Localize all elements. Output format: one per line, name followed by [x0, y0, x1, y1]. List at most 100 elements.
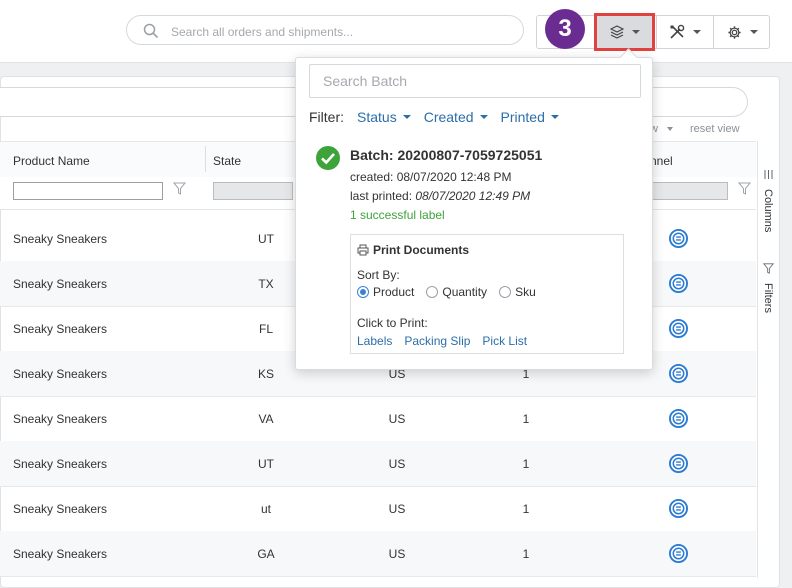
print-packing-slip-link[interactable]: Packing Slip [404, 334, 470, 348]
chevron-down-icon [667, 127, 674, 132]
global-search[interactable] [126, 15, 524, 45]
chevron-down-icon [479, 115, 488, 119]
quantity-cell: 1 [522, 457, 530, 471]
channel-logo-icon [669, 274, 688, 293]
state-cell: UT [258, 457, 274, 471]
channel-logo-icon [669, 364, 688, 383]
channel-logo-icon [669, 499, 688, 518]
columns-icon[interactable] [763, 169, 774, 180]
click-to-print-label: Click to Print: [357, 316, 428, 330]
state-cell: KS [257, 367, 274, 381]
product-name-cell: Sneaky Sneakers [13, 547, 108, 561]
state-cell: GA [257, 547, 275, 561]
filter-created-label: Created [423, 109, 474, 125]
filter-label: Filter: [309, 109, 344, 125]
sidebar-filters-tab[interactable]: Filters [762, 283, 774, 313]
chevron-down-icon [631, 30, 640, 34]
view-menu[interactable]: w [650, 123, 674, 135]
grid-sidebar: Columns Filters [757, 141, 779, 578]
product-name-cell: Sneaky Sneakers [13, 367, 108, 381]
country-cell: US [388, 412, 406, 426]
filter-status-dropdown[interactable]: Status [357, 109, 411, 125]
radio-icon[interactable] [499, 286, 512, 298]
last-printed-value: 08/07/2020 12:49 PM [415, 189, 531, 203]
table-row[interactable]: Sneaky Sneakers UT US 1 [0, 441, 756, 487]
state-cell: VA [258, 412, 274, 426]
product-name-cell: Sneaky Sneakers [13, 457, 108, 471]
layers-icon [609, 25, 624, 39]
product-name-cell: Sneaky Sneakers [13, 502, 108, 516]
filter-icon[interactable] [763, 263, 774, 274]
sort-options: Product Quantity Sku [357, 285, 536, 299]
batch-success-count: 1 successful label [350, 208, 445, 222]
product-name-cell: Sneaky Sneakers [13, 412, 108, 426]
chevron-down-icon [402, 115, 411, 119]
batch-dropdown: Filter: Status Created Printed Batch: 20… [295, 48, 653, 370]
batch-search-input[interactable] [309, 64, 641, 98]
last-printed-label: last printed: [350, 189, 416, 203]
product-name-cell: Sneaky Sneakers [13, 232, 108, 246]
state-cell: ut [260, 502, 271, 516]
column-header-state[interactable]: State [213, 154, 241, 168]
batch-menu-button[interactable] [594, 13, 655, 51]
filter-printed-dropdown[interactable]: Printed [501, 109, 559, 125]
printer-icon [357, 244, 369, 256]
column-header-channel[interactable]: nnel [650, 154, 673, 168]
state-cell: TX [258, 277, 274, 291]
quantity-cell: 1 [522, 547, 530, 561]
sort-option-product[interactable]: Product [357, 285, 414, 299]
step-badge: 3 [545, 9, 585, 49]
quantity-cell: 1 [522, 502, 530, 516]
print-documents-label: Print Documents [373, 243, 470, 257]
country-cell: US [388, 502, 406, 516]
chevron-down-icon [749, 30, 758, 34]
channel-filter-input[interactable] [652, 182, 728, 200]
table-row[interactable]: Sneaky Sneakers VA US 1 [0, 396, 756, 442]
sort-by-label: Sort By: [357, 268, 400, 282]
column-header-product-name[interactable]: Product Name [13, 154, 90, 168]
country-cell: US [388, 457, 406, 471]
print-labels-link[interactable]: Labels [357, 334, 392, 348]
sidebar-columns-tab[interactable]: Columns [762, 189, 774, 232]
channel-logo-icon [669, 409, 688, 428]
batch-created: created: 08/07/2020 12:48 PM [350, 170, 512, 184]
tools-menu-button[interactable] [656, 15, 712, 49]
batch-filter-row: Filter: Status Created Printed [309, 108, 572, 126]
batch-title: Batch: 20200807-7059725051 [350, 147, 543, 163]
print-pick-list-link[interactable]: Pick List [482, 334, 527, 348]
radio-icon[interactable] [426, 286, 439, 298]
success-check-icon [316, 146, 340, 170]
table-row[interactable]: Sneaky Sneakers GA US 1 [0, 531, 756, 577]
gear-icon [727, 25, 741, 39]
batch-last-printed: last printed: 08/07/2020 12:49 PM [350, 189, 530, 203]
global-search-input[interactable] [169, 22, 513, 42]
print-documents-box: Print Documents Sort By: Product Quantit… [350, 234, 624, 354]
filter-created-dropdown[interactable]: Created [424, 109, 488, 125]
channel-logo-icon [669, 454, 688, 473]
reset-view-link[interactable]: reset view [690, 123, 740, 135]
product-name-cell: Sneaky Sneakers [13, 277, 108, 291]
sort-option-label: Product [373, 285, 415, 299]
sort-option-sku[interactable]: Sku [499, 285, 536, 299]
table-row[interactable]: Sneaky Sneakers ut US 1 [0, 486, 756, 532]
channel-logo-icon [669, 544, 688, 563]
product-name-cell: Sneaky Sneakers [13, 322, 108, 336]
filter-printed-label: Printed [500, 109, 545, 125]
product-name-filter-input[interactable] [13, 182, 163, 200]
filter-status-label: Status [357, 109, 397, 125]
print-documents-title: Print Documents [357, 243, 469, 257]
search-icon [143, 23, 159, 39]
filter-icon[interactable] [738, 182, 751, 195]
filter-icon[interactable] [173, 182, 186, 195]
country-cell: US [388, 547, 406, 561]
chevron-down-icon [550, 115, 559, 119]
tools-icon [669, 24, 684, 39]
radio-selected-icon[interactable] [357, 286, 369, 298]
print-links: Labels Packing Slip Pick List [357, 334, 527, 348]
chevron-down-icon [692, 30, 701, 34]
sort-option-quantity[interactable]: Quantity [426, 285, 487, 299]
quantity-cell: 1 [522, 412, 530, 426]
settings-menu-button[interactable] [713, 15, 770, 49]
state-filter-input[interactable] [213, 182, 293, 200]
sort-option-label: Quantity [442, 285, 488, 299]
